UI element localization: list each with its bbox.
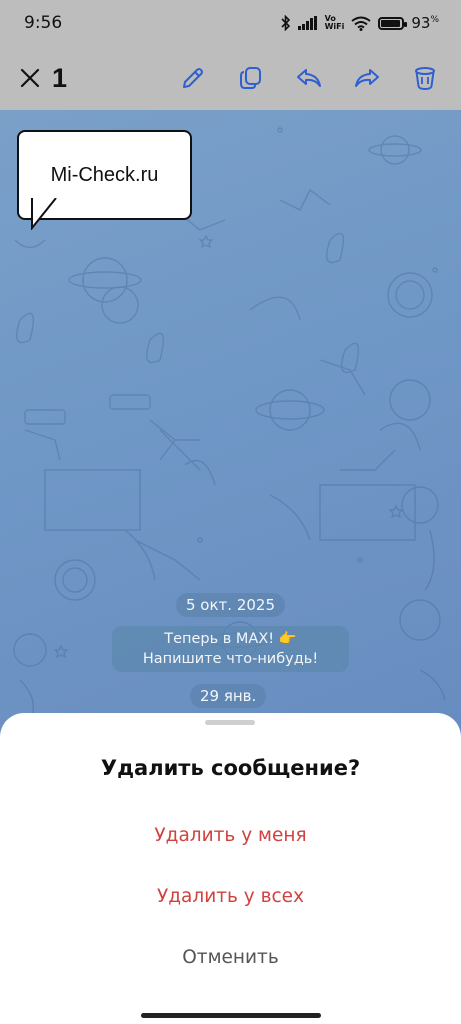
close-icon xyxy=(20,68,40,88)
battery-icon xyxy=(378,16,408,30)
forward-icon xyxy=(355,69,379,87)
battery-percent: 93% xyxy=(411,14,439,32)
wifi-icon xyxy=(351,16,371,31)
delete-for-all-button[interactable]: Удалить у всех xyxy=(60,872,401,920)
status-icons: Vo WiFi 93% xyxy=(280,14,439,32)
edit-icon xyxy=(183,68,203,88)
battery-level xyxy=(381,19,400,27)
home-indicator[interactable] xyxy=(141,1013,321,1018)
edit-button[interactable] xyxy=(171,56,215,100)
close-selection-button[interactable] xyxy=(8,56,52,100)
reply-button[interactable] xyxy=(287,56,331,100)
sheet-title: Удалить сообщение? xyxy=(100,756,361,780)
toolbar-actions xyxy=(171,56,447,100)
selection-toolbar: 1 xyxy=(0,46,461,110)
forward-button[interactable] xyxy=(345,56,389,100)
delete-message-sheet: Удалить сообщение? Удалить у меня Удалит… xyxy=(0,713,461,1024)
status-time: 9:56 xyxy=(24,13,63,33)
cancel-button[interactable]: Отменить xyxy=(60,933,401,981)
date-separator: 5 окт. 2025 xyxy=(176,593,285,617)
delete-button[interactable] xyxy=(403,56,447,100)
delete-for-me-button[interactable]: Удалить у меня xyxy=(60,811,401,859)
watermark-tail-icon xyxy=(30,198,57,230)
copy-button[interactable] xyxy=(229,56,273,100)
signal-icon xyxy=(297,16,318,30)
delete-icon xyxy=(415,67,435,91)
system-message: Теперь в MAX! 👉 Напишите что-нибудь! xyxy=(112,626,349,672)
sheet-drag-handle[interactable] xyxy=(205,720,255,725)
volte-icon: Vo WiFi xyxy=(324,14,345,31)
status-bar: 9:56 Vo WiFi 93% xyxy=(0,0,461,46)
reply-icon xyxy=(297,69,321,87)
selected-count: 1 xyxy=(52,62,68,93)
copy-icon xyxy=(240,67,261,89)
bluetooth-icon xyxy=(280,15,291,31)
date-separator: 29 янв. xyxy=(190,684,267,708)
